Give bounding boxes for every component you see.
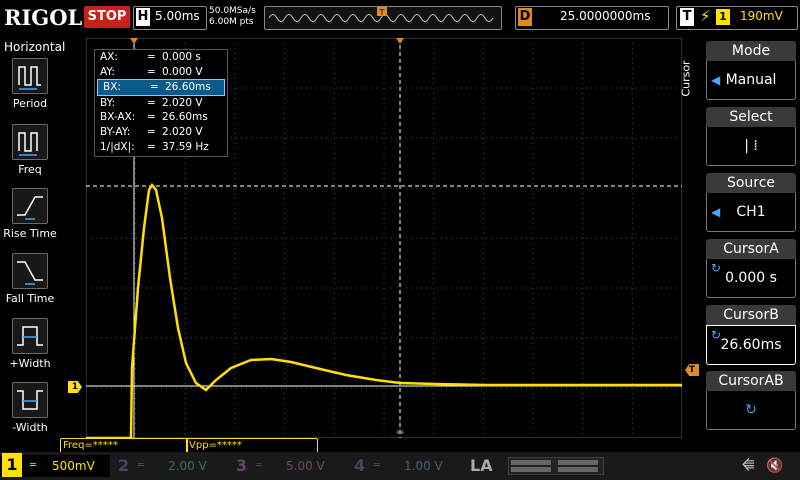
measure-period-button[interactable]: Period (0, 58, 60, 110)
multipurpose-knob-icon: ↻ (711, 328, 722, 342)
menu-source-value: CH1 (736, 204, 766, 220)
ch4-status[interactable]: 4 ═ 1.00 V (350, 455, 464, 477)
ch4-scale: 1.00 V (404, 459, 443, 473)
menu-side-label: Cursor (679, 60, 693, 97)
fall-time-icon (12, 253, 48, 289)
ch1-offset-marker[interactable]: 1 (68, 381, 82, 393)
readout-row-ax: AX: = 0.000 s (100, 51, 201, 63)
menu-cursor-b[interactable]: CursorB ↻ 26.60ms (706, 305, 796, 367)
delay-letter: D (518, 8, 532, 26)
la-status[interactable]: LA (466, 455, 606, 477)
menu-select-value: | ⁞ (744, 138, 758, 154)
minus-width-label: -Width (12, 421, 48, 434)
menu-mode-value: Manual (725, 72, 777, 88)
cursor-readout-box: AX: = 0.000 s AY: = 0.000 V BX: = 26.60ms BY: =… (94, 49, 228, 157)
arrow-left-icon: ◀ (711, 205, 721, 219)
menu-select-title: Select (706, 107, 796, 127)
la-channels-icon (508, 457, 604, 475)
ch2-scale: 2.00 V (168, 459, 207, 473)
zero-time-marker-icon: ↔ (396, 428, 404, 438)
ch1-number: 1 (2, 453, 22, 477)
measure-fall-time-button[interactable]: Fall Time (0, 253, 60, 305)
ch3-scale: 5.00 V (286, 459, 325, 473)
menu-mode-value-box[interactable]: ◀ Manual (706, 61, 796, 100)
arrow-left-icon: ◀ (711, 73, 721, 87)
trigger-letter: T (680, 8, 694, 26)
rise-time-icon (12, 188, 48, 224)
menu-select[interactable]: Select | ⁞ (706, 107, 796, 169)
rigol-logo: RIGOL (4, 5, 83, 30)
freq-label: Freq (18, 163, 42, 176)
measure-minus-width-button[interactable]: -Width (0, 382, 60, 434)
multipurpose-knob-icon: ↻ (711, 261, 722, 275)
overview-wave-icon: T (268, 7, 494, 22)
menu-source[interactable]: Source ◀ CH1 (706, 173, 796, 235)
ch4-coupling-icon: ═ (374, 460, 381, 471)
horizontal-letter: H (136, 8, 150, 26)
readout-row-inv-dx: 1/|dX|: = 37.59 Hz (100, 140, 209, 153)
run-stop-status[interactable]: STOP (84, 6, 130, 28)
ch3-status[interactable]: 3 ═ 5.00 V (232, 455, 346, 477)
readout-row-bx: BX: = 26.60ms (97, 79, 225, 96)
trigger-level-marker[interactable]: T (685, 364, 699, 376)
readout-row-by-ay: BY-AY: = 2.020 V (100, 125, 203, 138)
menu-select-value-box[interactable]: | ⁞ (706, 127, 796, 166)
svg-text:T: T (379, 8, 385, 17)
system-icons: ⭅ 🔇 (740, 455, 800, 477)
rise-time-label: Rise Time (3, 227, 57, 240)
frequency-icon (12, 124, 48, 160)
ch1-scale: 500mV (52, 459, 95, 473)
menu-mode-title: Mode (706, 41, 796, 61)
menu-cursor-ab[interactable]: CursorAB ↻ (706, 371, 796, 433)
menu-source-title: Source (706, 173, 796, 193)
knob-rotate-icon: ↻ (745, 402, 757, 418)
la-label: LA (470, 456, 493, 475)
positive-width-icon (12, 318, 48, 354)
period-icon (12, 58, 48, 94)
usb-icon: ⭅ (742, 458, 755, 474)
rising-edge-icon: ⚡ (700, 7, 711, 25)
fall-time-label: Fall Time (5, 292, 55, 305)
trigger-source: 1 (716, 9, 730, 25)
memory-depth: 6.00M pts (209, 17, 254, 27)
menu-cursor-a[interactable]: CursorA ↻ 0.000 s (706, 239, 796, 301)
sample-rate: 50.0MSa/s (209, 6, 256, 16)
ch1-coupling-icon: ═ (30, 460, 37, 471)
readout-row-ay: AY: = 0.000 V (100, 65, 203, 78)
speaker-mute-icon[interactable]: 🔇 (766, 455, 783, 477)
ch3-number: 3 (236, 456, 248, 475)
ch4-number: 4 (354, 456, 366, 475)
period-label: Period (12, 97, 48, 110)
menu-cursor-ab-value-box[interactable]: ↻ (706, 391, 796, 430)
left-panel-title: Horizontal (4, 40, 66, 54)
plus-width-label: +Width (9, 357, 51, 370)
menu-cursor-ab-title: CursorAB (706, 371, 796, 391)
trigger-level: 190mV (740, 9, 783, 23)
measure-rise-time-button[interactable]: Rise Time (0, 188, 60, 240)
ch3-coupling-icon: ═ (256, 460, 263, 471)
menu-cursor-b-value-box[interactable]: ↻ 26.60ms (706, 325, 796, 365)
menu-mode[interactable]: Mode ◀ Manual (706, 41, 796, 103)
timebase-value: 5.00ms (155, 9, 200, 23)
negative-width-icon (12, 382, 48, 418)
menu-cursor-b-value: 26.60ms (720, 337, 782, 353)
sample-info: 50.0MSa/s 6.00M pts (209, 6, 256, 28)
measure-freq-button[interactable]: Freq (0, 124, 60, 176)
ch1-status[interactable]: 1 ═ 500mV (0, 453, 110, 477)
ch2-coupling-icon: ═ (138, 460, 145, 471)
menu-cursor-a-value: 0.000 s (725, 270, 777, 286)
ch2-number: 2 (118, 456, 130, 475)
menu-cursor-a-value-box[interactable]: ↻ 0.000 s (706, 259, 796, 298)
measure-plus-width-button[interactable]: +Width (0, 318, 60, 370)
waveform-overview-bar[interactable]: T (264, 6, 502, 30)
readout-row-by: BY: = 2.020 V (100, 96, 203, 109)
readout-row-bx-ax: BX-AX: = 26.60ms (100, 111, 208, 124)
delay-value: 25.0000000ms (560, 9, 651, 23)
ch2-status[interactable]: 2 ═ 2.00 V (114, 455, 228, 477)
menu-source-value-box[interactable]: ◀ CH1 (706, 193, 796, 232)
